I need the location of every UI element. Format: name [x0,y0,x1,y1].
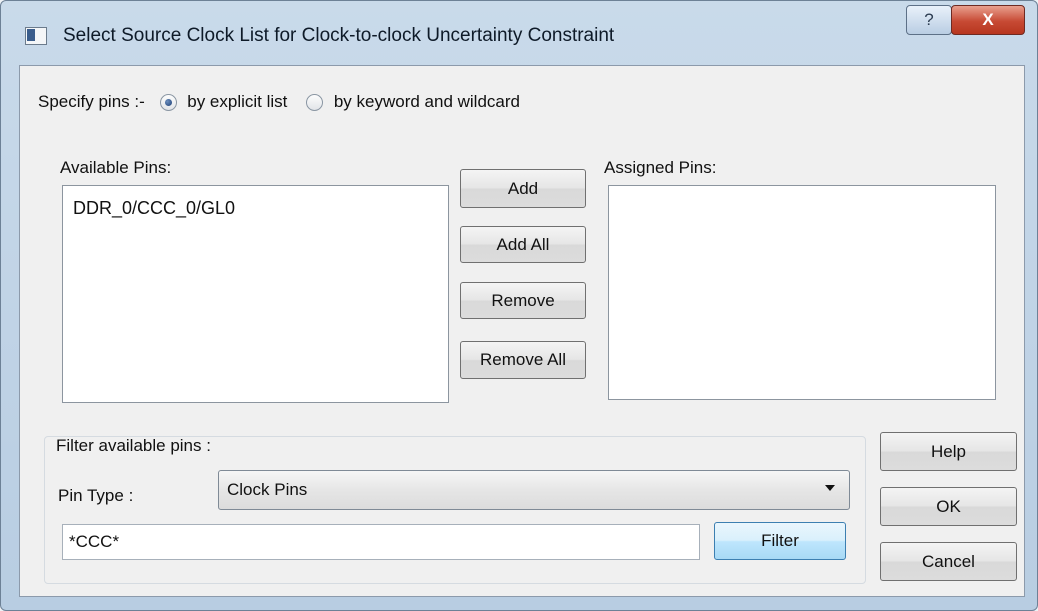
pin-type-label: Pin Type : [58,486,134,505]
dialog-window: Select Source Clock List for Clock-to-cl… [0,0,1038,611]
close-icon[interactable]: X [951,5,1025,35]
radio-keyword-wildcard[interactable] [306,94,324,112]
assigned-pins-list[interactable] [608,185,996,400]
available-pins-list[interactable]: DDR_0/CCC_0/GL0 [62,185,449,403]
filter-group-label: Filter available pins : [56,436,211,455]
add-all-button[interactable]: Add All [460,226,586,263]
radio-keyword-wildcard-label[interactable]: by keyword and wildcard [334,92,520,111]
radio-explicit-list-label[interactable]: by explicit list [187,92,287,111]
available-pins-label: Available Pins: [60,158,172,177]
dialog-body: Specify pins :- by explicit list by keyw… [19,65,1025,597]
chevron-down-icon[interactable] [825,485,835,491]
specify-pins-row: Specify pins :- by explicit list by keyw… [38,92,520,112]
window-title: Select Source Clock List for Clock-to-cl… [63,25,615,46]
specify-pins-label: Specify pins :- [38,92,145,111]
ok-button[interactable]: OK [880,487,1017,526]
list-item[interactable]: DDR_0/CCC_0/GL0 [63,186,448,219]
filter-button[interactable]: Filter [714,522,846,560]
radio-explicit-list[interactable] [159,94,177,112]
add-button[interactable]: Add [460,169,586,208]
filter-group [44,436,866,584]
filter-pattern-input[interactable]: *CCC* [62,524,700,560]
help-icon[interactable]: ? [906,5,952,35]
remove-button[interactable]: Remove [460,282,586,319]
assigned-pins-label: Assigned Pins: [604,158,717,177]
title-bar[interactable]: Select Source Clock List for Clock-to-cl… [1,1,1037,65]
pin-type-value: Clock Pins [227,480,308,499]
pin-type-dropdown[interactable]: Clock Pins [218,470,850,510]
cancel-button[interactable]: Cancel [880,542,1017,581]
remove-all-button[interactable]: Remove All [460,341,586,379]
help-button[interactable]: Help [880,432,1017,471]
dialog-app-icon [25,27,47,45]
